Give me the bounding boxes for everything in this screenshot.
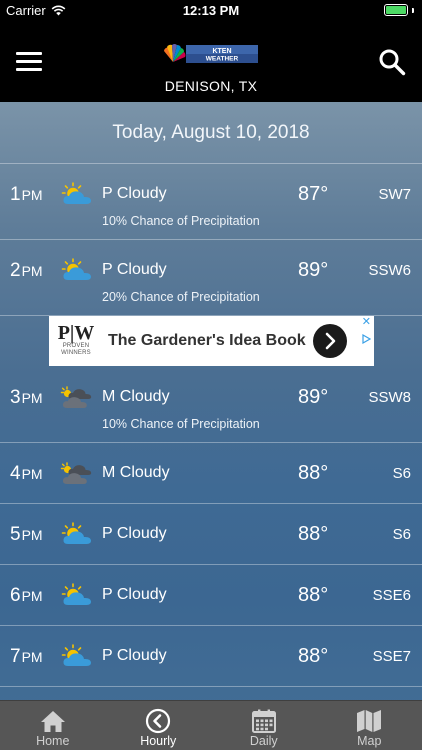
kten-weather-logo: KTEN WEATHER bbox=[164, 44, 258, 63]
hour-label: 2PM bbox=[10, 260, 43, 281]
condition-label: P Cloudy bbox=[102, 647, 167, 664]
temperature: 88° bbox=[298, 645, 329, 667]
temperature: 88° bbox=[298, 523, 329, 545]
search-icon bbox=[379, 49, 406, 76]
temperature: 87° bbox=[298, 183, 329, 205]
battery-icon bbox=[384, 4, 414, 16]
wind-label: SSW8 bbox=[368, 389, 411, 406]
wind-label: S6 bbox=[392, 526, 411, 543]
ad-brand-sub-1: PROVEN bbox=[62, 343, 90, 349]
tab-home-label: Home bbox=[36, 734, 70, 748]
condition-label: P Cloudy bbox=[102, 261, 167, 278]
tab-hourly-label: Hourly bbox=[140, 734, 177, 748]
hour-label: 4PM bbox=[10, 463, 43, 484]
clock-back-icon bbox=[146, 708, 171, 734]
hamburger-line bbox=[16, 60, 42, 63]
tab-bar: Home Hourly Daily Map bbox=[0, 700, 422, 750]
date-label: Today, August 10, 2018 bbox=[112, 121, 310, 143]
partly-cloudy-icon bbox=[60, 522, 94, 546]
hourly-row[interactable]: 2PM P Cloudy 89° SSW6 20% Chance of Prec… bbox=[0, 240, 422, 316]
chevron-right-icon bbox=[325, 332, 336, 350]
precip-label: 10% Chance of Precipitation bbox=[102, 214, 260, 228]
hour-label: 6PM bbox=[10, 585, 43, 606]
wind-label: SW7 bbox=[378, 186, 411, 203]
hour-label: 1PM bbox=[10, 184, 43, 205]
wind-label: SSE7 bbox=[372, 648, 411, 665]
hour-label: 3PM bbox=[10, 387, 43, 408]
hour-label: 7PM bbox=[10, 646, 43, 667]
logo-line1: KTEN bbox=[212, 48, 231, 55]
tab-map-label: Map bbox=[357, 734, 382, 748]
ad-brand-sub-2: WINNERS bbox=[61, 350, 91, 356]
temperature: 88° bbox=[298, 462, 329, 484]
ad-go-button[interactable] bbox=[313, 324, 347, 358]
hourly-row[interactable]: 3PM M Cloudy 89° SSW8 10% Chance of Prec… bbox=[0, 367, 422, 443]
logo-line2: WEATHER bbox=[206, 56, 239, 63]
tab-map[interactable]: Map bbox=[317, 701, 422, 750]
condition-label: P Cloudy bbox=[102, 586, 167, 603]
tab-hourly[interactable]: Hourly bbox=[106, 701, 212, 750]
hourly-row[interactable]: 7PM P Cloudy 88° SSE7 bbox=[0, 626, 422, 687]
ad-close-icon[interactable]: ✕ bbox=[362, 317, 371, 328]
status-time: 12:13 PM bbox=[182, 3, 240, 18]
mostly-cloudy-icon bbox=[60, 385, 94, 409]
precip-label: 10% Chance of Precipitation bbox=[102, 417, 260, 431]
partly-cloudy-icon bbox=[60, 182, 94, 206]
map-icon bbox=[357, 710, 382, 732]
ad-choices-icon[interactable] bbox=[361, 334, 371, 344]
menu-button[interactable] bbox=[16, 52, 42, 72]
search-button[interactable] bbox=[378, 48, 406, 76]
hamburger-line bbox=[16, 68, 42, 71]
temperature: 88° bbox=[298, 584, 329, 606]
hourly-row[interactable]: 5PM P Cloudy 88° S6 bbox=[0, 504, 422, 565]
date-banner: Today, August 10, 2018 bbox=[0, 102, 422, 164]
ad-brand-logo: P|W PROVEN WINNERS bbox=[57, 323, 95, 359]
calendar-icon bbox=[251, 709, 276, 733]
ad-title: The Gardener's Idea Book bbox=[108, 332, 306, 349]
condition-label: P Cloudy bbox=[102, 185, 167, 202]
hour-label: 5PM bbox=[10, 524, 43, 545]
hourly-row[interactable]: 6PM P Cloudy 88° SSE6 bbox=[0, 565, 422, 626]
hourly-row[interactable]: 1PM P Cloudy 87° SW7 10% Chance of Preci… bbox=[0, 164, 422, 240]
ad-banner[interactable]: P|W PROVEN WINNERS The Gardener's Idea B… bbox=[49, 316, 374, 366]
partly-cloudy-icon bbox=[60, 583, 94, 607]
wind-label: SSE6 bbox=[372, 587, 411, 604]
home-icon bbox=[40, 711, 65, 732]
ad-brand-mark: P|W bbox=[57, 322, 95, 344]
wind-label: SSW6 bbox=[368, 262, 411, 279]
location-label: DENISON, TX bbox=[164, 78, 258, 94]
temperature: 89° bbox=[298, 259, 329, 281]
partly-cloudy-icon bbox=[60, 644, 94, 668]
hourly-row[interactable]: 4PM M Cloudy 88° S6 bbox=[0, 443, 422, 504]
peacock-icon bbox=[164, 44, 186, 62]
app-header: KTEN WEATHER DENISON, TX bbox=[0, 22, 422, 102]
condition-label: P Cloudy bbox=[102, 525, 167, 542]
tab-daily-label: Daily bbox=[249, 734, 278, 748]
partly-cloudy-icon bbox=[60, 258, 94, 282]
hamburger-icon bbox=[16, 52, 42, 55]
precip-label: 20% Chance of Precipitation bbox=[102, 290, 260, 304]
mostly-cloudy-icon bbox=[60, 461, 94, 485]
condition-label: M Cloudy bbox=[102, 464, 170, 481]
temperature: 89° bbox=[298, 386, 329, 408]
wind-label: S6 bbox=[392, 465, 411, 482]
tab-home[interactable]: Home bbox=[0, 701, 106, 750]
condition-label: M Cloudy bbox=[102, 388, 170, 405]
tab-daily[interactable]: Daily bbox=[211, 701, 317, 750]
status-bar: Carrier 12:13 PM bbox=[0, 0, 422, 22]
